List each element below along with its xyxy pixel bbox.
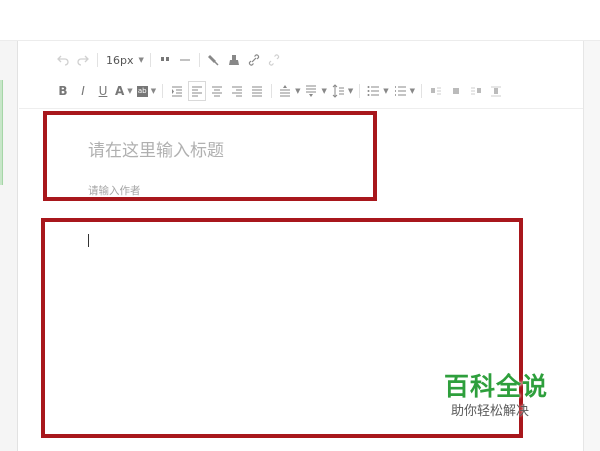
bold-button[interactable]: B (55, 82, 71, 100)
align-left-icon[interactable] (188, 81, 207, 101)
paragraph-spacing-after-icon[interactable]: ▼ (304, 82, 327, 100)
chevron-down-icon: ▼ (383, 87, 389, 95)
italic-icon: I (81, 84, 85, 98)
horizontal-rule-icon[interactable] (177, 51, 193, 69)
font-color-button[interactable]: A ▼ (115, 82, 133, 100)
toolbar-separator (97, 53, 98, 67)
image-center-icon[interactable] (488, 82, 504, 100)
underline-icon: U (98, 84, 108, 98)
left-panel-accent (0, 80, 3, 185)
paragraph-spacing-before-icon[interactable]: ▼ (278, 82, 300, 100)
toolbar-row-2: B I U A ▼ ab ▼ ▼ ▼ ▼ ▼ ▼ (55, 81, 508, 101)
toolbar-separator (271, 84, 273, 98)
indent-icon[interactable] (169, 82, 185, 100)
toolbar-separator (421, 84, 423, 98)
watermark-logo: 百科全说 助你轻松解决 (430, 367, 570, 423)
editor-toolbar: 16px ▼ B I U A ▼ ab ▼ ▼ ▼ ▼ ▼ ▼ (19, 41, 583, 109)
image-none-icon[interactable] (448, 82, 464, 100)
clear-format-icon[interactable] (226, 51, 242, 69)
format-painter-icon[interactable] (206, 51, 222, 69)
image-left-icon[interactable] (428, 82, 444, 100)
link-icon[interactable] (246, 51, 262, 69)
chevron-down-icon: ▼ (127, 87, 133, 95)
chevron-down-icon: ▼ (409, 87, 416, 95)
toolbar-separator (149, 53, 151, 67)
chevron-down-icon: ▼ (295, 87, 301, 95)
watermark-slogan: 助你轻松解决 (451, 404, 530, 419)
font-color-icon: A (115, 84, 125, 98)
chevron-down-icon: ▼ (138, 56, 144, 64)
ordered-list-icon[interactable]: ▼ (393, 82, 415, 100)
italic-button[interactable]: I (75, 82, 91, 100)
underline-button[interactable]: U (95, 82, 111, 100)
toolbar-separator (162, 84, 164, 98)
toolbar-separator (359, 84, 361, 98)
chevron-down-icon: ▼ (150, 87, 157, 95)
align-center-icon[interactable] (209, 82, 225, 100)
bold-icon: B (58, 84, 68, 98)
image-right-icon[interactable] (468, 82, 484, 100)
align-right-icon[interactable] (229, 82, 245, 100)
watermark-brand: 百科全说 (444, 372, 549, 401)
chevron-down-icon: ▼ (347, 87, 354, 95)
justify-icon[interactable] (249, 82, 265, 100)
line-height-icon[interactable]: ▼ (331, 82, 353, 100)
right-panel-edge (583, 41, 600, 451)
unlink-icon[interactable] (266, 51, 282, 69)
toolbar-row-1: 16px ▼ (55, 50, 286, 70)
highlight-button[interactable]: ab ▼ (136, 82, 157, 100)
highlight-icon: ab (136, 85, 148, 97)
text-cursor (88, 234, 89, 247)
top-bar (0, 0, 600, 41)
font-size-select[interactable]: 16px ▼ (104, 51, 144, 69)
font-size-value: 16px (106, 53, 134, 67)
title-area: 请在这里输入标题 请输入作者 (19, 109, 583, 209)
screenshot-page: 16px ▼ B I U A ▼ ab ▼ ▼ ▼ ▼ ▼ ▼ 请在这里输入标题… (0, 0, 600, 451)
title-input[interactable]: 请在这里输入标题 (88, 136, 224, 161)
author-input[interactable]: 请输入作者 (88, 183, 141, 198)
quote-icon[interactable] (157, 51, 173, 69)
toolbar-separator (198, 53, 200, 67)
unordered-list-icon[interactable]: ▼ (366, 82, 389, 100)
chevron-down-icon: ▼ (321, 87, 327, 95)
undo-icon[interactable] (55, 51, 71, 69)
redo-icon[interactable] (75, 51, 91, 69)
